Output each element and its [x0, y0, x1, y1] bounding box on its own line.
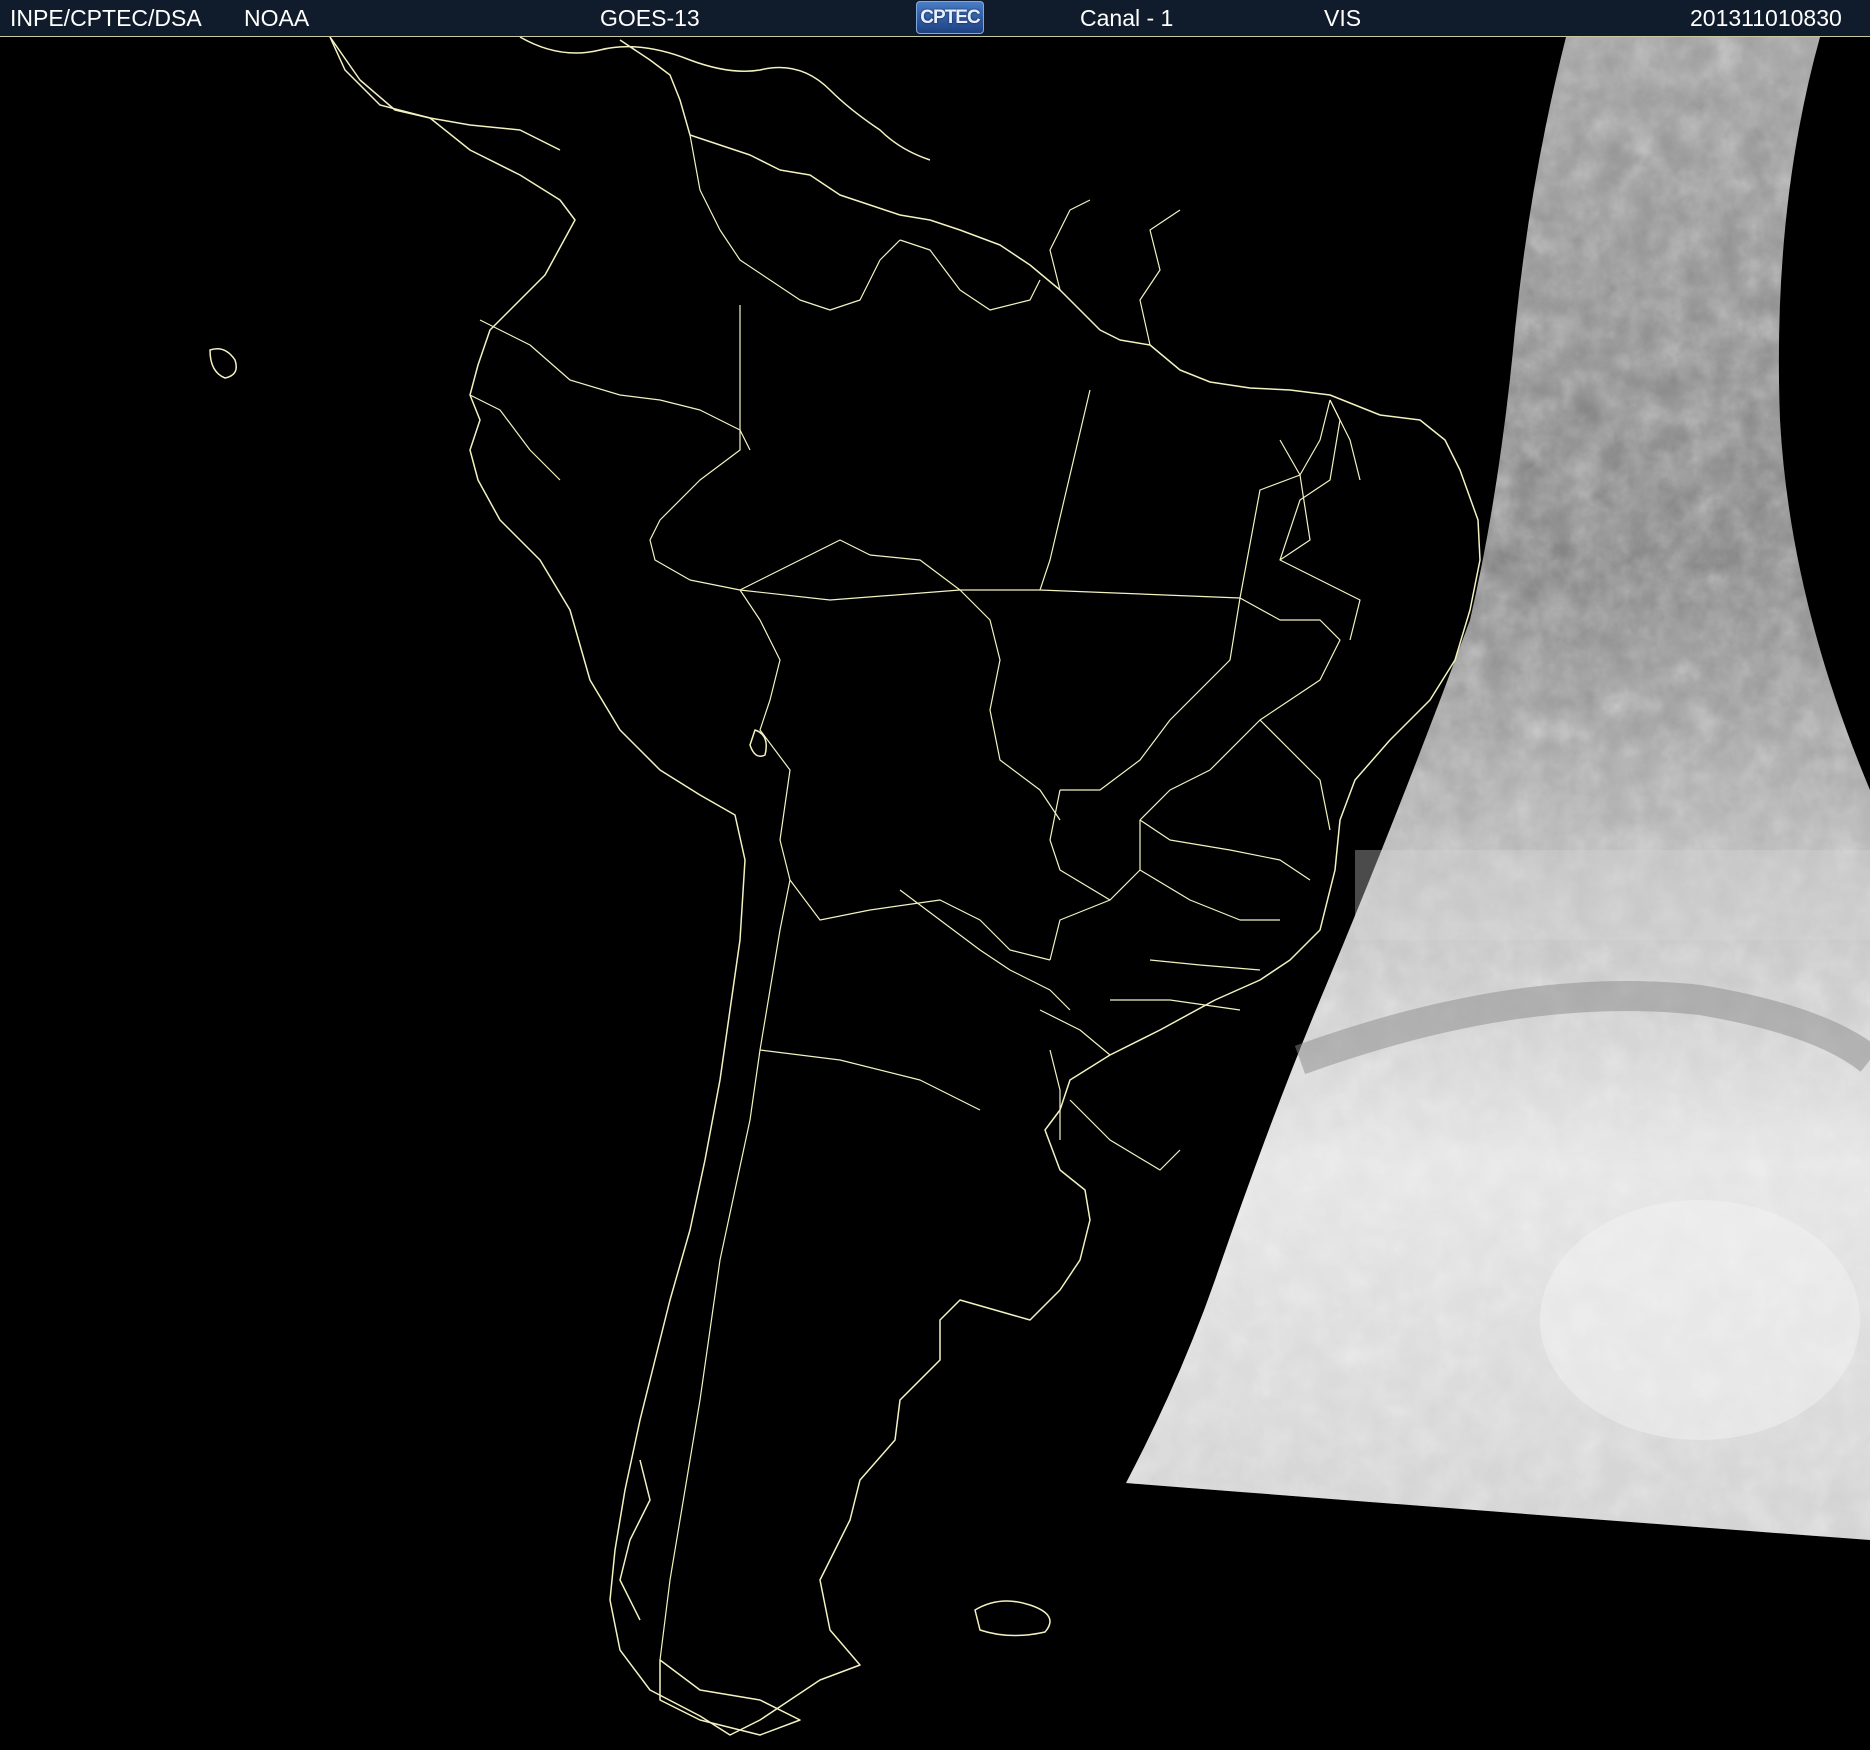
chiloe-coast [619, 1459, 651, 1621]
border-argentina-paraguay [899, 889, 1071, 1011]
border-peru-bolivia [739, 589, 791, 881]
satellite-map [0, 37, 1870, 1750]
galapagos [209, 348, 237, 379]
border-bolivia-brazil [959, 589, 1061, 821]
border-amazonas-para [1039, 389, 1091, 591]
border-colombia-venezuela [689, 134, 901, 311]
logo-text: CPTEC [920, 7, 980, 28]
cloud-cell [1540, 1200, 1860, 1440]
cptec-logo: CPTEC [916, 1, 984, 34]
border-venezuela-guyana [899, 239, 1041, 311]
border-chile-argentina [659, 879, 791, 1661]
timestamp-label: 201311010830 [1690, 5, 1842, 31]
border-ecuador-peru [469, 394, 561, 481]
border-mato-grosso-do-sul [1049, 789, 1111, 901]
border-guyana-suriname [1049, 199, 1091, 291]
lake-titicaca [749, 729, 767, 757]
border-goias-minas [1139, 597, 1341, 821]
border-argentina-provinces [759, 1049, 981, 1111]
satellite-label: GOES-13 [600, 5, 700, 31]
border-argentina-brazil [1039, 1009, 1111, 1056]
falklands [974, 1600, 1051, 1637]
agency-label: NOAA [244, 5, 310, 31]
border-colombia-peru [479, 319, 751, 451]
caribbean-coast [519, 37, 931, 161]
border-mato-grosso-goias [1060, 597, 1241, 791]
border-sao-paulo [1139, 819, 1311, 881]
border-uruguay-brazil [1069, 1099, 1181, 1171]
map-canvas [209, 37, 1870, 1736]
border-brazil-north [649, 305, 961, 591]
border-paraguay-brazil [1049, 820, 1141, 961]
border-rio-grande-sul [1110, 999, 1241, 1011]
border-santa-catarina [1149, 959, 1261, 971]
org-label: INPE/CPTEC/DSA [10, 5, 202, 31]
border-minas-rio [1259, 719, 1331, 831]
bright-band [1355, 850, 1870, 940]
border-suriname-guiana [1139, 209, 1181, 346]
tierra-del-fuego [659, 1659, 801, 1736]
border-amazonas-mato-grosso [739, 589, 1241, 601]
border-bolivia-chile [789, 879, 871, 921]
border-argentina-uruguay [1049, 1049, 1061, 1140]
band-label: VIS [1324, 5, 1362, 31]
border-bolivia-paraguay [869, 899, 1051, 961]
border-para-mato-grosso [1239, 399, 1331, 599]
channel-label: Canal - 1 [1080, 5, 1174, 31]
central-america-coast [329, 37, 561, 151]
border-parana [1139, 869, 1280, 921]
header-bar: INPE/CPTEC/DSA NOAA GOES-13 CPTEC Canal … [0, 0, 1870, 37]
